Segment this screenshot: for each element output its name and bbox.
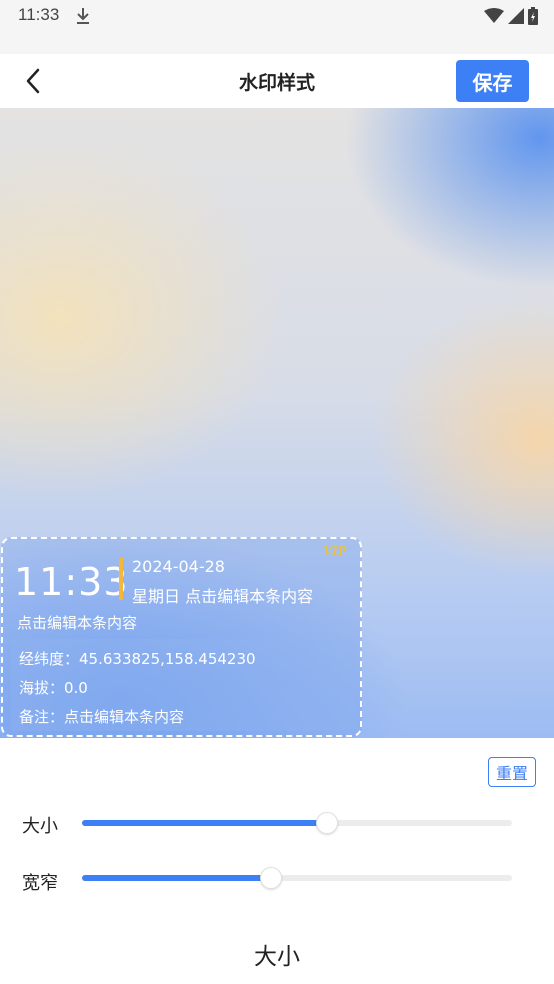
signal-icon — [508, 8, 524, 28]
watermark-altitude: 海拔：0.0 — [19, 679, 88, 697]
status-bar: 11:33 — [0, 0, 554, 54]
watermark-box[interactable]: 11:33 2024-04-28 星期日 点击编辑本条内容 VIP 点击编辑本条… — [1, 537, 362, 737]
watermark-date: 2024-04-28 — [132, 557, 225, 576]
photo-preview: 11:33 2024-04-28 星期日 点击编辑本条内容 VIP 点击编辑本条… — [0, 108, 554, 738]
section-title: 大小 — [254, 944, 300, 970]
size-slider-fill — [82, 820, 328, 826]
watermark-note-line: 点击编辑本条内容 — [17, 614, 138, 632]
width-slider-thumb[interactable] — [260, 867, 283, 889]
download-icon — [75, 7, 91, 29]
app-header: 水印样式 保存 — [0, 54, 554, 108]
watermark-time-divider — [119, 558, 123, 600]
vip-badge: VIP — [323, 544, 347, 559]
size-slider-thumb[interactable] — [316, 812, 339, 834]
watermark-time: 11:33 — [14, 560, 129, 604]
width-slider[interactable] — [82, 867, 512, 889]
status-time: 11:33 — [18, 5, 60, 24]
wifi-icon — [484, 8, 504, 28]
watermark-coordinates: 经纬度：45.633825,158.454230 — [19, 650, 256, 668]
watermark-weekday: 星期日 点击编辑本条内容 — [132, 587, 314, 606]
save-button[interactable]: 保存 — [456, 60, 529, 102]
size-slider[interactable] — [82, 812, 512, 834]
reset-button[interactable]: 重置 — [488, 757, 536, 787]
size-slider-label: 大小 — [22, 816, 58, 837]
width-slider-label: 宽窄 — [22, 873, 58, 894]
watermark-remark: 备注：点击编辑本条内容 — [19, 708, 185, 726]
battery-icon — [528, 7, 538, 29]
width-slider-fill — [82, 875, 272, 881]
